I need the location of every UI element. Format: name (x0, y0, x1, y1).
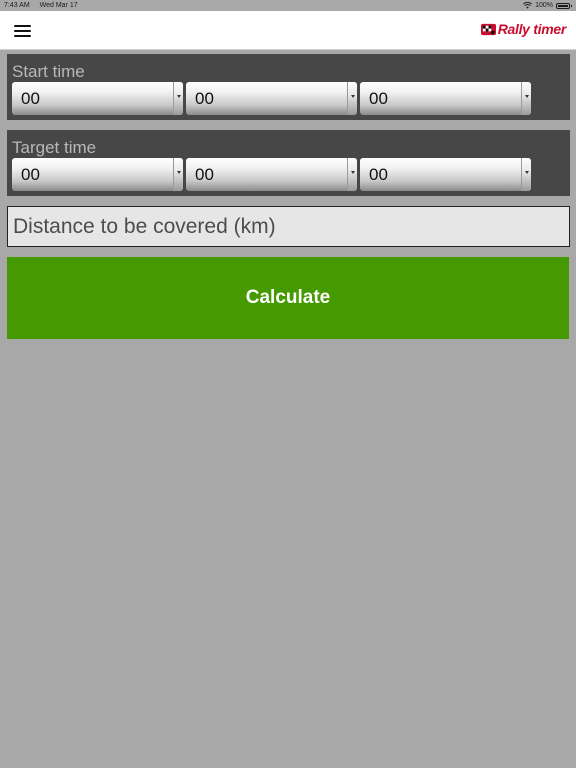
select-value: 00 (21, 89, 40, 108)
start-time-panel: Start time 00 00 00 (7, 54, 570, 120)
start-seconds-select[interactable]: 00 (360, 82, 531, 115)
chevron-down-icon (173, 82, 183, 115)
status-right: 100% (523, 0, 572, 11)
chevron-down-icon (521, 158, 531, 191)
status-bar: 7:43 AM Wed Mar 17 100% (0, 0, 576, 11)
logo-text: Rally timer (497, 21, 567, 37)
start-time-label: Start time (12, 62, 85, 81)
status-left: 7:43 AM Wed Mar 17 (4, 0, 86, 11)
wifi-icon (523, 2, 533, 9)
target-hours-select[interactable]: 00 (12, 158, 183, 191)
target-minutes-select[interactable]: 00 (186, 158, 357, 191)
select-value: 00 (369, 89, 388, 108)
select-value: 00 (21, 165, 40, 184)
calculate-button[interactable]: Calculate (7, 257, 569, 339)
target-time-label: Target time (12, 138, 97, 157)
battery-icon (556, 2, 572, 9)
app-header: Rally timer (0, 11, 576, 50)
app-logo: Rally timer (480, 21, 567, 37)
select-value: 00 (195, 165, 214, 184)
distance-input[interactable] (7, 206, 570, 247)
logo-word-timer: timer (533, 21, 566, 37)
target-time-panel: Target time 00 00 00 (7, 130, 570, 196)
checkered-flag-icon (480, 23, 496, 35)
status-date: Wed Mar 17 (39, 2, 78, 9)
chevron-down-icon (347, 158, 357, 191)
hamburger-menu-icon[interactable] (14, 25, 31, 37)
battery-percent: 100% (535, 2, 553, 9)
chevron-down-icon (521, 82, 531, 115)
chevron-down-icon (347, 82, 357, 115)
start-minutes-select[interactable]: 00 (186, 82, 357, 115)
select-value: 00 (369, 165, 388, 184)
logo-word-rally: Rally (497, 21, 530, 37)
target-seconds-select[interactable]: 00 (360, 158, 531, 191)
chevron-down-icon (173, 158, 183, 191)
start-hours-select[interactable]: 00 (12, 82, 183, 115)
status-time: 7:43 AM (4, 2, 30, 9)
select-value: 00 (195, 89, 214, 108)
